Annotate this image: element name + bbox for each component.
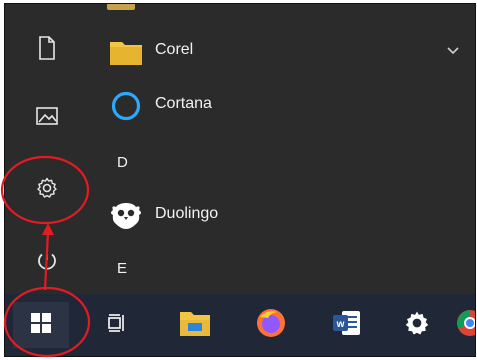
word-button[interactable]: w: [319, 302, 375, 348]
chrome-button[interactable]: [455, 302, 475, 348]
duolingo-icon: [109, 199, 143, 233]
start-button[interactable]: [13, 302, 69, 348]
file-explorer-button[interactable]: [167, 302, 223, 348]
taskbar: w: [5, 294, 475, 356]
app-item-duolingo[interactable]: Duolingo: [97, 192, 475, 236]
pictures-button[interactable]: [23, 100, 71, 136]
documents-button[interactable]: [23, 32, 71, 68]
file-explorer-icon: [179, 309, 211, 342]
settings-app-icon: [404, 310, 430, 341]
word-icon: w: [332, 308, 362, 343]
cortana-icon: [109, 89, 143, 123]
svg-text:w: w: [336, 319, 345, 330]
settings-icon: [35, 176, 59, 205]
app-item-corel[interactable]: Corel: [97, 28, 475, 72]
chrome-icon: [455, 308, 475, 343]
windows-start-icon: [31, 312, 51, 338]
chevron-down-icon[interactable]: [445, 42, 461, 58]
start-left-rail: [5, 4, 97, 294]
firefox-button[interactable]: [243, 302, 299, 348]
app-label: Corel: [155, 41, 194, 58]
task-view-icon: [106, 313, 128, 338]
firefox-icon: [255, 307, 287, 344]
app-list: Corel Cortana D Duolingo E: [97, 4, 475, 294]
partial-folder-icon: [107, 4, 135, 10]
section-header-e[interactable]: E: [117, 260, 127, 277]
power-icon: [35, 248, 59, 277]
settings-app-button[interactable]: [389, 302, 445, 348]
app-label: Cortana: [155, 95, 212, 112]
app-item-cortana[interactable]: Cortana: [97, 82, 475, 126]
folder-icon: [109, 35, 143, 69]
settings-button[interactable]: [23, 172, 71, 208]
task-view-button[interactable]: [89, 302, 145, 348]
pictures-icon: [35, 106, 59, 131]
section-header-d[interactable]: D: [117, 154, 128, 171]
app-label: Duolingo: [155, 205, 219, 222]
document-icon: [37, 35, 57, 65]
power-button[interactable]: [23, 244, 71, 280]
start-menu-window: Corel Cortana D Duolingo E w: [4, 3, 476, 357]
